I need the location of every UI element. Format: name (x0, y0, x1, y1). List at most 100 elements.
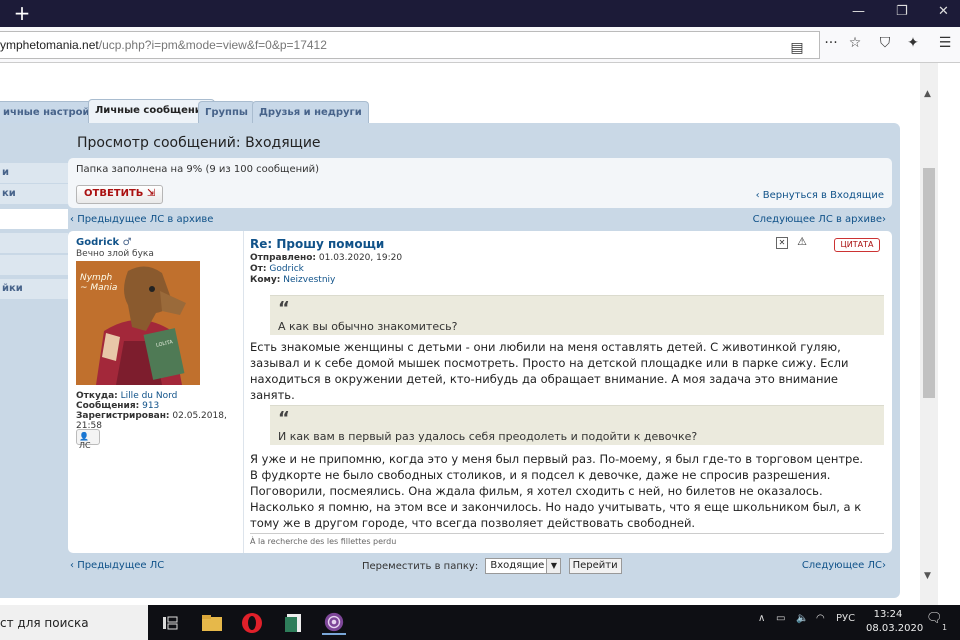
nav-item-6[interactable]: йки (0, 279, 68, 299)
move-label: Переместить в папку: (362, 561, 479, 572)
message-subject: Re: Прошу помощи (250, 237, 385, 251)
paragraph-2-line-3: Поговорили, посмеялись. Она ждала фильм,… (250, 484, 823, 498)
quote-mark-icon: “ (278, 298, 290, 319)
message-paragraph-2: Я уже и не припомню, когда это у меня бы… (250, 451, 884, 531)
message-body: Re: Прошу помощи Отправлено: 01.03.2020,… (250, 231, 886, 553)
message-sent: Отправлено: 01.03.2020, 19:20 (250, 253, 403, 263)
browser-tabstrip: + — ❐ ✕ (0, 0, 960, 27)
paragraph-2-line-5: тому же в другом городе, что всегда позв… (250, 516, 696, 530)
tab-private-messages[interactable]: Личные сообщения (88, 99, 216, 123)
notification-icon[interactable]: 🗨 (926, 611, 943, 626)
user-icon: 👤 (79, 432, 89, 441)
customize-icon[interactable]: ✦ (904, 35, 922, 51)
quote-block-2: “ И как вам в первый раз удалось себя пр… (270, 405, 884, 445)
author-profile: Godrick ♂ Вечно злой бука Nymph ~ Mania … (68, 231, 244, 553)
avatar: Nymph ~ Mania LOLITA (76, 261, 200, 385)
delete-icon[interactable]: ✕ (776, 237, 788, 249)
message-to: Кому: Neizvestniy (250, 275, 336, 285)
clock-time: 13:24 (873, 609, 903, 620)
tor-browser-icon[interactable] (322, 611, 346, 635)
quote-block-1: “ А как вы обычно знакомитесь? (270, 295, 884, 335)
paragraph-2-line-4: Насколько я помню, на этом все и закончи… (250, 500, 862, 514)
reply-button[interactable]: ОТВЕТИТЬ ⇲ (76, 185, 164, 204)
chevron-down-icon: ▼ (546, 559, 561, 573)
back-to-inbox-link[interactable]: ‹ Вернуться в Входящие (756, 190, 884, 201)
taskbar-search[interactable]: ст для поиска (0, 605, 148, 640)
go-button[interactable]: Перейти (568, 558, 622, 574)
folder-info-box: Папка заполнена на 9% (9 из 100 сообщени… (68, 158, 892, 208)
next-pm-label: Следующее ЛС (801, 560, 882, 571)
url-text: ymphetomania.net/ucp.php?i=pm&mode=view&… (0, 38, 327, 52)
close-icon[interactable]: ✕ (938, 4, 949, 19)
chevron-left-icon: ‹ (755, 190, 763, 201)
next-pm-link[interactable]: Следующее ЛС› (802, 560, 886, 571)
language-indicator[interactable]: РУС (836, 613, 855, 624)
message-paragraph-1: Есть знакомые женщины с детьми - они люб… (250, 339, 884, 403)
vertical-scrollbar[interactable]: ▲ ▼ (920, 63, 938, 605)
restore-icon[interactable]: ❐ (896, 4, 908, 19)
file-explorer-icon[interactable] (200, 611, 224, 635)
notification-count: 1 (942, 623, 948, 632)
move-to-folder: Переместить в папку: Входящие ▼ Перейти (362, 558, 622, 574)
nav-item-1[interactable]: и (0, 163, 68, 183)
nav-item-2[interactable]: ки (0, 184, 68, 204)
scroll-down-icon[interactable]: ▼ (924, 571, 931, 581)
speaker-icon[interactable]: 🔈 (796, 613, 808, 624)
right-edge (938, 63, 960, 605)
back-link-label: Вернуться в Входящие (762, 190, 884, 201)
bookmark-star-icon[interactable]: ☆ (846, 35, 864, 51)
nav-item-3[interactable] (0, 209, 68, 229)
report-icon[interactable]: ⚠ (796, 236, 808, 249)
author-location: Откуда: Lille du Nord (76, 391, 178, 401)
documents-icon[interactable] (282, 611, 306, 635)
network-icon[interactable]: ▭ (776, 613, 785, 624)
reply-arrow-icon: ⇲ (146, 188, 156, 199)
scroll-thumb[interactable] (923, 168, 935, 398)
paragraph-1-line-2: зазывал и к себе домой мышек посмотреть.… (250, 356, 849, 370)
author-posts: Сообщения: 913 (76, 401, 160, 411)
task-view-icon[interactable] (158, 611, 182, 635)
opera-icon[interactable] (240, 611, 264, 635)
nav-item-5[interactable] (0, 255, 68, 275)
wifi-icon[interactable]: ◠ (816, 613, 825, 624)
browser-navbar: ymphetomania.net/ucp.php?i=pm&mode=view&… (0, 27, 960, 63)
signature: À la recherche des les fillettes perdu (250, 533, 884, 546)
page-content: ▫ ичные настройки Личные сообщения Групп… (0, 63, 920, 605)
hamburger-menu-icon[interactable]: ☰ (936, 35, 954, 51)
clock-date: 08.03.2020 (866, 623, 924, 634)
new-tab-button[interactable]: + (10, 2, 34, 24)
folder-status: Папка заполнена на 9% (9 из 100 сообщени… (76, 164, 320, 175)
paragraph-1-line-3: находиться в окружении детей, кто-нибудь… (250, 372, 839, 402)
shield-icon[interactable]: ⛉ (876, 35, 894, 51)
tab-groups[interactable]: Группы (198, 101, 255, 123)
reader-view-icon[interactable]: ▤ (788, 40, 806, 56)
prev-archive-link[interactable]: ‹ Предыдущее ЛС в архиве (70, 214, 213, 225)
next-archive-link[interactable]: Следующее ЛС в архиве› (753, 214, 886, 225)
nav-item-4[interactable] (0, 233, 68, 253)
pm-button-label: ЛС (79, 441, 91, 450)
paragraph-1-line-1: Есть знакомые женщины с детьми - они люб… (250, 340, 841, 354)
avatar-logo-text: Nymph ~ Mania (80, 273, 118, 293)
address-bar[interactable]: ymphetomania.net/ucp.php?i=pm&mode=view&… (0, 31, 820, 59)
chevron-right-icon: › (882, 214, 886, 225)
quote-mark-icon: “ (278, 408, 290, 429)
author-username[interactable]: Godrick ♂ (76, 237, 132, 248)
more-actions-icon[interactable]: ··· (822, 35, 840, 51)
folder-select[interactable]: Входящие ▼ (485, 558, 562, 574)
prev-archive-label: Предыдущее ЛС в архиве (77, 214, 214, 225)
paragraph-2-line-1: Я уже и не припомню, когда это у меня бы… (250, 452, 864, 466)
send-pm-button[interactable]: 👤ЛС (76, 429, 100, 450)
taskbar-clock[interactable]: 13:24 08.03.2020 (866, 608, 924, 636)
tray-chevron-up-icon[interactable]: ∧ (758, 613, 765, 624)
reply-label: ОТВЕТИТЬ (84, 188, 144, 199)
quote-text-2: И как вам в первый раз удалось себя прео… (278, 430, 698, 443)
author-registered: Зарегистрирован: 02.05.2018, (76, 411, 227, 421)
paragraph-2-line-2: В фудкорте не было свободных столиков, и… (250, 468, 831, 482)
quote-text-1: А как вы обычно знакомитесь? (278, 320, 458, 333)
scroll-up-icon[interactable]: ▲ (924, 89, 931, 99)
quote-button[interactable]: ЦИТАТА (834, 238, 880, 252)
tab-friends[interactable]: Друзья и недруги (252, 101, 369, 123)
page-title: Просмотр сообщений: Входящие (77, 135, 321, 151)
minimize-icon[interactable]: — (852, 4, 865, 19)
prev-pm-link[interactable]: ‹ Предыдущее ЛС (70, 560, 164, 571)
